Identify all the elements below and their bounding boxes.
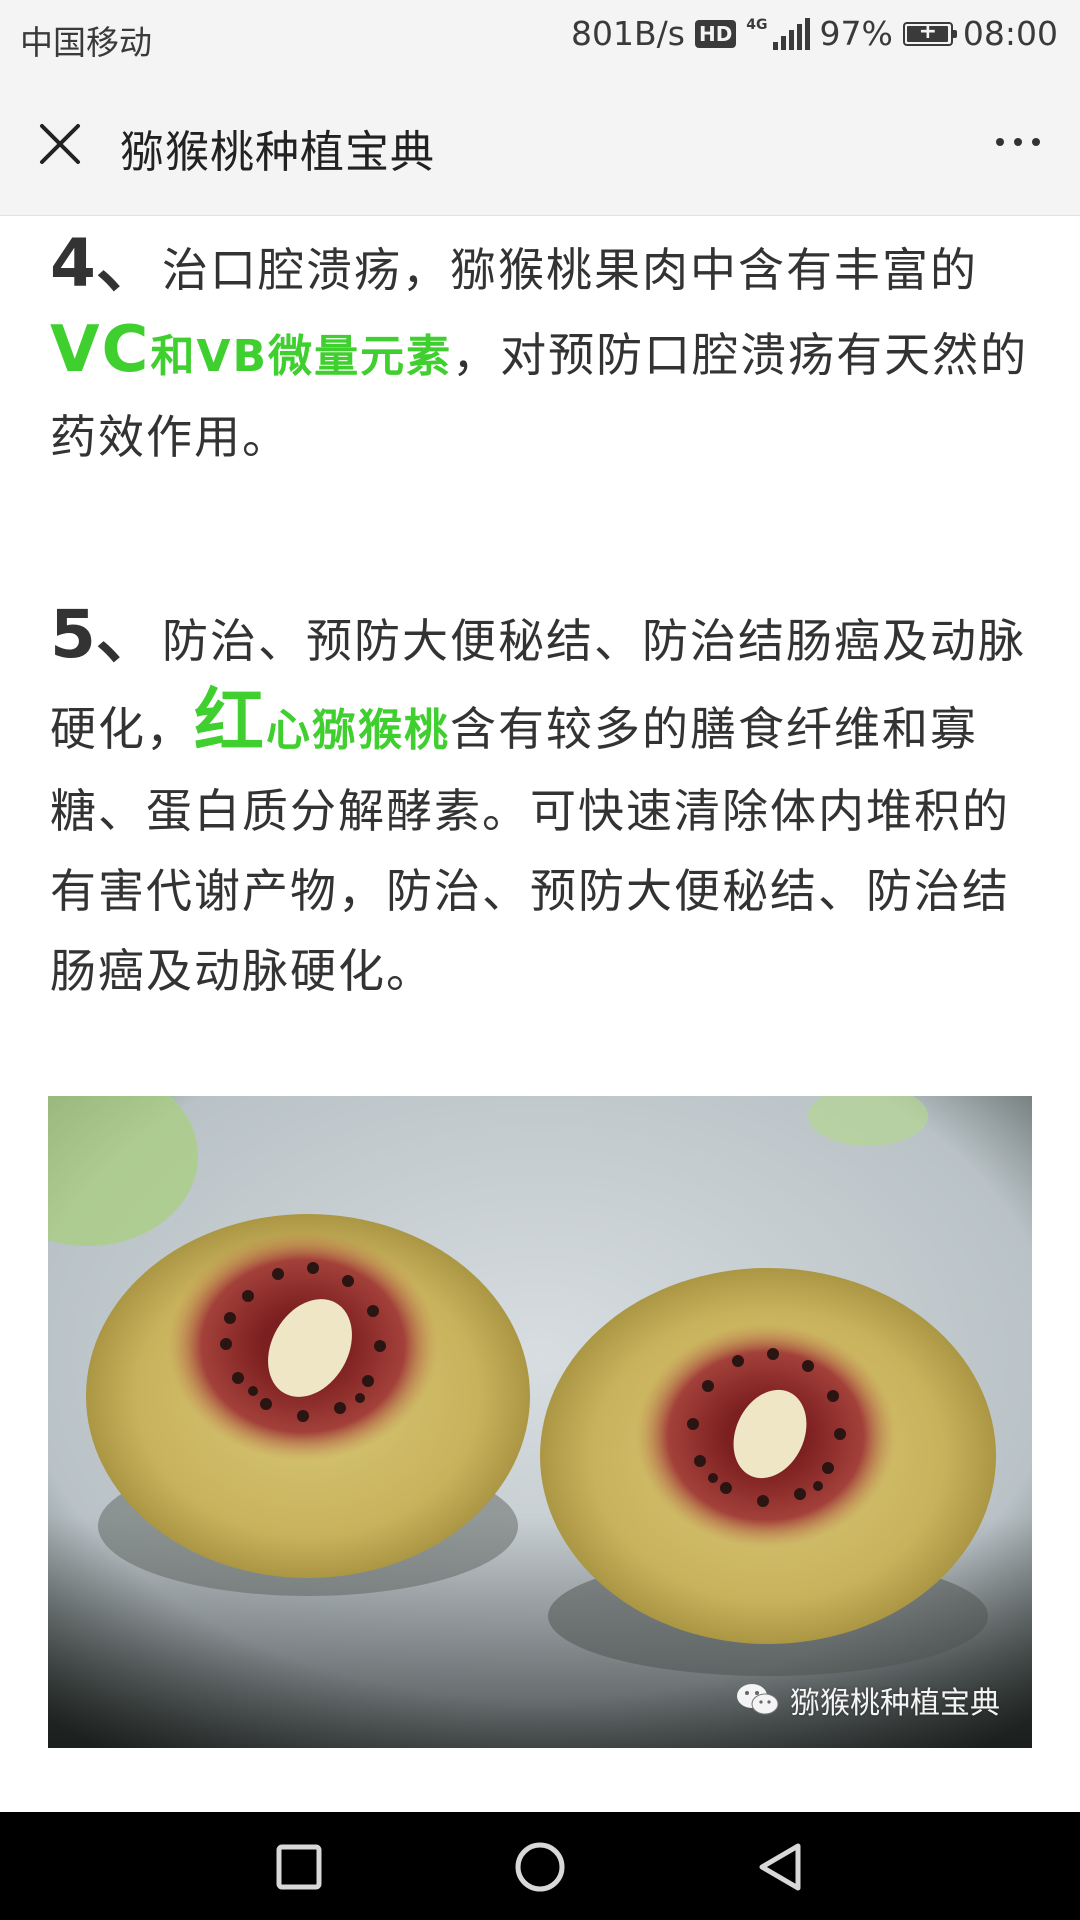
signal-icon: 4G [746, 16, 810, 50]
item-number: 5、 [50, 596, 162, 673]
wechat-icon [737, 1684, 779, 1715]
title-bar: 猕猴桃种植宝典 [0, 72, 1080, 216]
red-kiwi-photo[interactable]: 猕猴桃种植宝典 [48, 1096, 1032, 1748]
status-bar: 中国移动 801B/s HD 4G 97% + 08:00 [0, 0, 1080, 72]
more-options-icon[interactable] [996, 132, 1040, 152]
navigation-bar [0, 1812, 1080, 1920]
highlight-hong: 红 [194, 680, 266, 762]
battery-percent: 97% [819, 14, 893, 53]
carrier-label: 中国移动 [20, 23, 152, 62]
network-type: 4G [746, 16, 768, 33]
highlight-he: 和 [150, 331, 197, 382]
article-content: 4、治口腔溃疡，猕猴桃果肉中含有丰富的VC和VB微量元素，对预防口腔溃疡有天然的… [50, 216, 1030, 1011]
benefit-item-5: 5、防治、预防大便秘结、防治结肠癌及动脉硬化，红心猕猴桃含有较多的膳食纤维和寡糖… [50, 595, 1030, 1011]
status-indicators: 801B/s HD 4G 97% + 08:00 [571, 14, 1058, 53]
clock: 08:00 [962, 14, 1058, 53]
back-icon[interactable] [754, 1840, 808, 1894]
net-speed: 801B/s [571, 14, 685, 53]
kiwi-illustration [48, 1096, 1032, 1748]
watermark-text: 猕猴桃种植宝典 [790, 1686, 1000, 1721]
recent-apps-icon[interactable] [272, 1840, 326, 1894]
page-title: 猕猴桃种植宝典 [120, 127, 435, 178]
item-number: 4、 [50, 225, 162, 302]
home-icon[interactable] [513, 1840, 567, 1894]
image-watermark: 猕猴桃种植宝典 [736, 1678, 1000, 1722]
highlight-vc: VC [50, 313, 151, 387]
benefit-item-4: 4、治口腔溃疡，猕猴桃果肉中含有丰富的VC和VB微量元素，对预防口腔溃疡有天然的… [50, 224, 1030, 477]
close-icon[interactable] [36, 120, 84, 168]
highlight-kiwi: 心猕猴桃 [266, 705, 450, 756]
hd-badge: HD [694, 19, 737, 48]
item-text: 治口腔溃疡，猕猴桃果肉中含有丰富的 [161, 243, 978, 297]
battery-icon: + [902, 19, 957, 46]
highlight-vb: VB微量元素 [196, 331, 453, 382]
